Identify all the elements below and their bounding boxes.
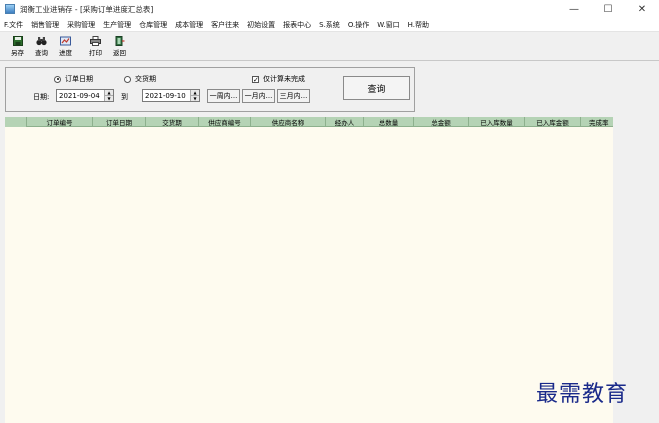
only-incomplete-label: 仅计算未完成: [263, 75, 305, 83]
col-supplier-no[interactable]: 供应商编号: [199, 117, 251, 127]
only-incomplete-checkbox[interactable]: ✓ 仅计算未完成: [252, 74, 305, 84]
date-from-spinner[interactable]: ▲ ▼: [104, 90, 113, 101]
menu-sales[interactable]: 销售管理: [31, 20, 59, 30]
menu-file[interactable]: F.文件: [4, 20, 23, 30]
within-week-button[interactable]: 一周内...: [207, 89, 240, 103]
menu-operation[interactable]: O.操作: [348, 20, 369, 30]
menu-warehouse[interactable]: 仓库管理: [139, 20, 167, 30]
return-button[interactable]: 返回: [108, 35, 131, 59]
radio-dot: [124, 75, 131, 83]
date-from-input[interactable]: 2021-09-04 ▲ ▼: [56, 89, 114, 102]
app-icon: [5, 4, 15, 14]
menu-reports[interactable]: 报表中心: [283, 20, 311, 30]
toolbar-label: 另存: [11, 49, 24, 57]
radio-delivery-date-label: 交货期: [135, 75, 156, 83]
toolbar-label: 进度: [59, 49, 72, 57]
col-received-qty[interactable]: 已入库数量: [469, 117, 525, 127]
menu-help[interactable]: H.帮助: [408, 20, 429, 30]
radio-dot: [54, 75, 61, 83]
radio-order-date[interactable]: 订单日期: [54, 74, 93, 84]
toolbar: 另存 查询 进度 打印 返回: [0, 33, 659, 61]
col-completion-rate[interactable]: 完成率: [581, 117, 613, 127]
col-handler[interactable]: 经办人: [326, 117, 364, 127]
toolbar-label: 打印: [89, 49, 102, 57]
menu-purchase[interactable]: 采购管理: [67, 20, 95, 30]
within-quarter-button[interactable]: 三月内...: [277, 89, 310, 103]
spin-down-icon[interactable]: ▼: [105, 95, 113, 101]
spin-down-icon[interactable]: ▼: [191, 95, 199, 101]
radio-order-date-label: 订单日期: [65, 75, 93, 83]
menu-init[interactable]: 初始设置: [247, 20, 275, 30]
minimize-button[interactable]: —: [557, 0, 591, 18]
menu-customer[interactable]: 客户往来: [211, 20, 239, 30]
menu-system[interactable]: S.系统: [319, 20, 340, 30]
toolbar-label: 查询: [35, 49, 48, 57]
menu-cost[interactable]: 成本管理: [175, 20, 203, 30]
query-button[interactable]: 查询: [343, 76, 410, 100]
exit-icon: [114, 35, 125, 46]
query-toolbar-button[interactable]: 查询: [30, 35, 53, 59]
date-to-input[interactable]: 2021-09-10 ▲ ▼: [142, 89, 200, 102]
date-label: 日期:: [33, 93, 50, 101]
watermark-text: 最需教育: [536, 382, 629, 407]
col-total-qty[interactable]: 总数量: [364, 117, 414, 127]
radio-delivery-date[interactable]: 交货期: [124, 74, 156, 84]
save-as-button[interactable]: 另存: [6, 35, 29, 59]
date-to-value: 2021-09-10: [145, 91, 186, 100]
window-title: 润衡工业进销存 - [采购订单进度汇总表]: [20, 4, 154, 14]
row-header-corner: [5, 117, 27, 127]
col-delivery-date[interactable]: 交货期: [146, 117, 199, 127]
print-button[interactable]: 打印: [84, 35, 107, 59]
toolbar-label: 返回: [113, 49, 126, 57]
menu-window[interactable]: W.窗口: [377, 20, 399, 30]
date-to-spinner[interactable]: ▲ ▼: [190, 90, 199, 101]
menu-bar: F.文件 销售管理 采购管理 生产管理 仓库管理 成本管理 客户往来 初始设置 …: [0, 18, 659, 32]
col-order-no[interactable]: 订单编号: [27, 117, 93, 127]
maximize-button[interactable]: ☐: [591, 0, 625, 18]
binoculars-icon: [36, 35, 47, 46]
printer-icon: [90, 35, 101, 46]
progress-icon: [60, 35, 71, 46]
close-button[interactable]: ✕: [625, 0, 659, 18]
col-order-date[interactable]: 订单日期: [93, 117, 146, 127]
within-month-button[interactable]: 一月内...: [242, 89, 275, 103]
col-received-amount[interactable]: 已入库金额: [525, 117, 581, 127]
date-from-value: 2021-09-04: [59, 91, 100, 100]
title-bar: 润衡工业进销存 - [采购订单进度汇总表] — ☐ ✕: [0, 0, 659, 18]
progress-button[interactable]: 进度: [54, 35, 77, 59]
data-grid[interactable]: 订单编号 订单日期 交货期 供应商编号 供应商名称 经办人 总数量 总金额 已入…: [5, 117, 613, 423]
filter-panel: 订单日期 交货期 ✓ 仅计算未完成 日期: 2021-09-04 ▲ ▼ 到 20…: [5, 67, 415, 112]
grid-header: 订单编号 订单日期 交货期 供应商编号 供应商名称 经办人 总数量 总金额 已入…: [5, 117, 613, 127]
col-supplier-name[interactable]: 供应商名称: [251, 117, 326, 127]
checkmark-icon: ✓: [252, 75, 259, 84]
col-total-amount[interactable]: 总金额: [414, 117, 469, 127]
to-label: 到: [121, 93, 128, 101]
menu-production[interactable]: 生产管理: [103, 20, 131, 30]
save-icon: [12, 35, 23, 46]
